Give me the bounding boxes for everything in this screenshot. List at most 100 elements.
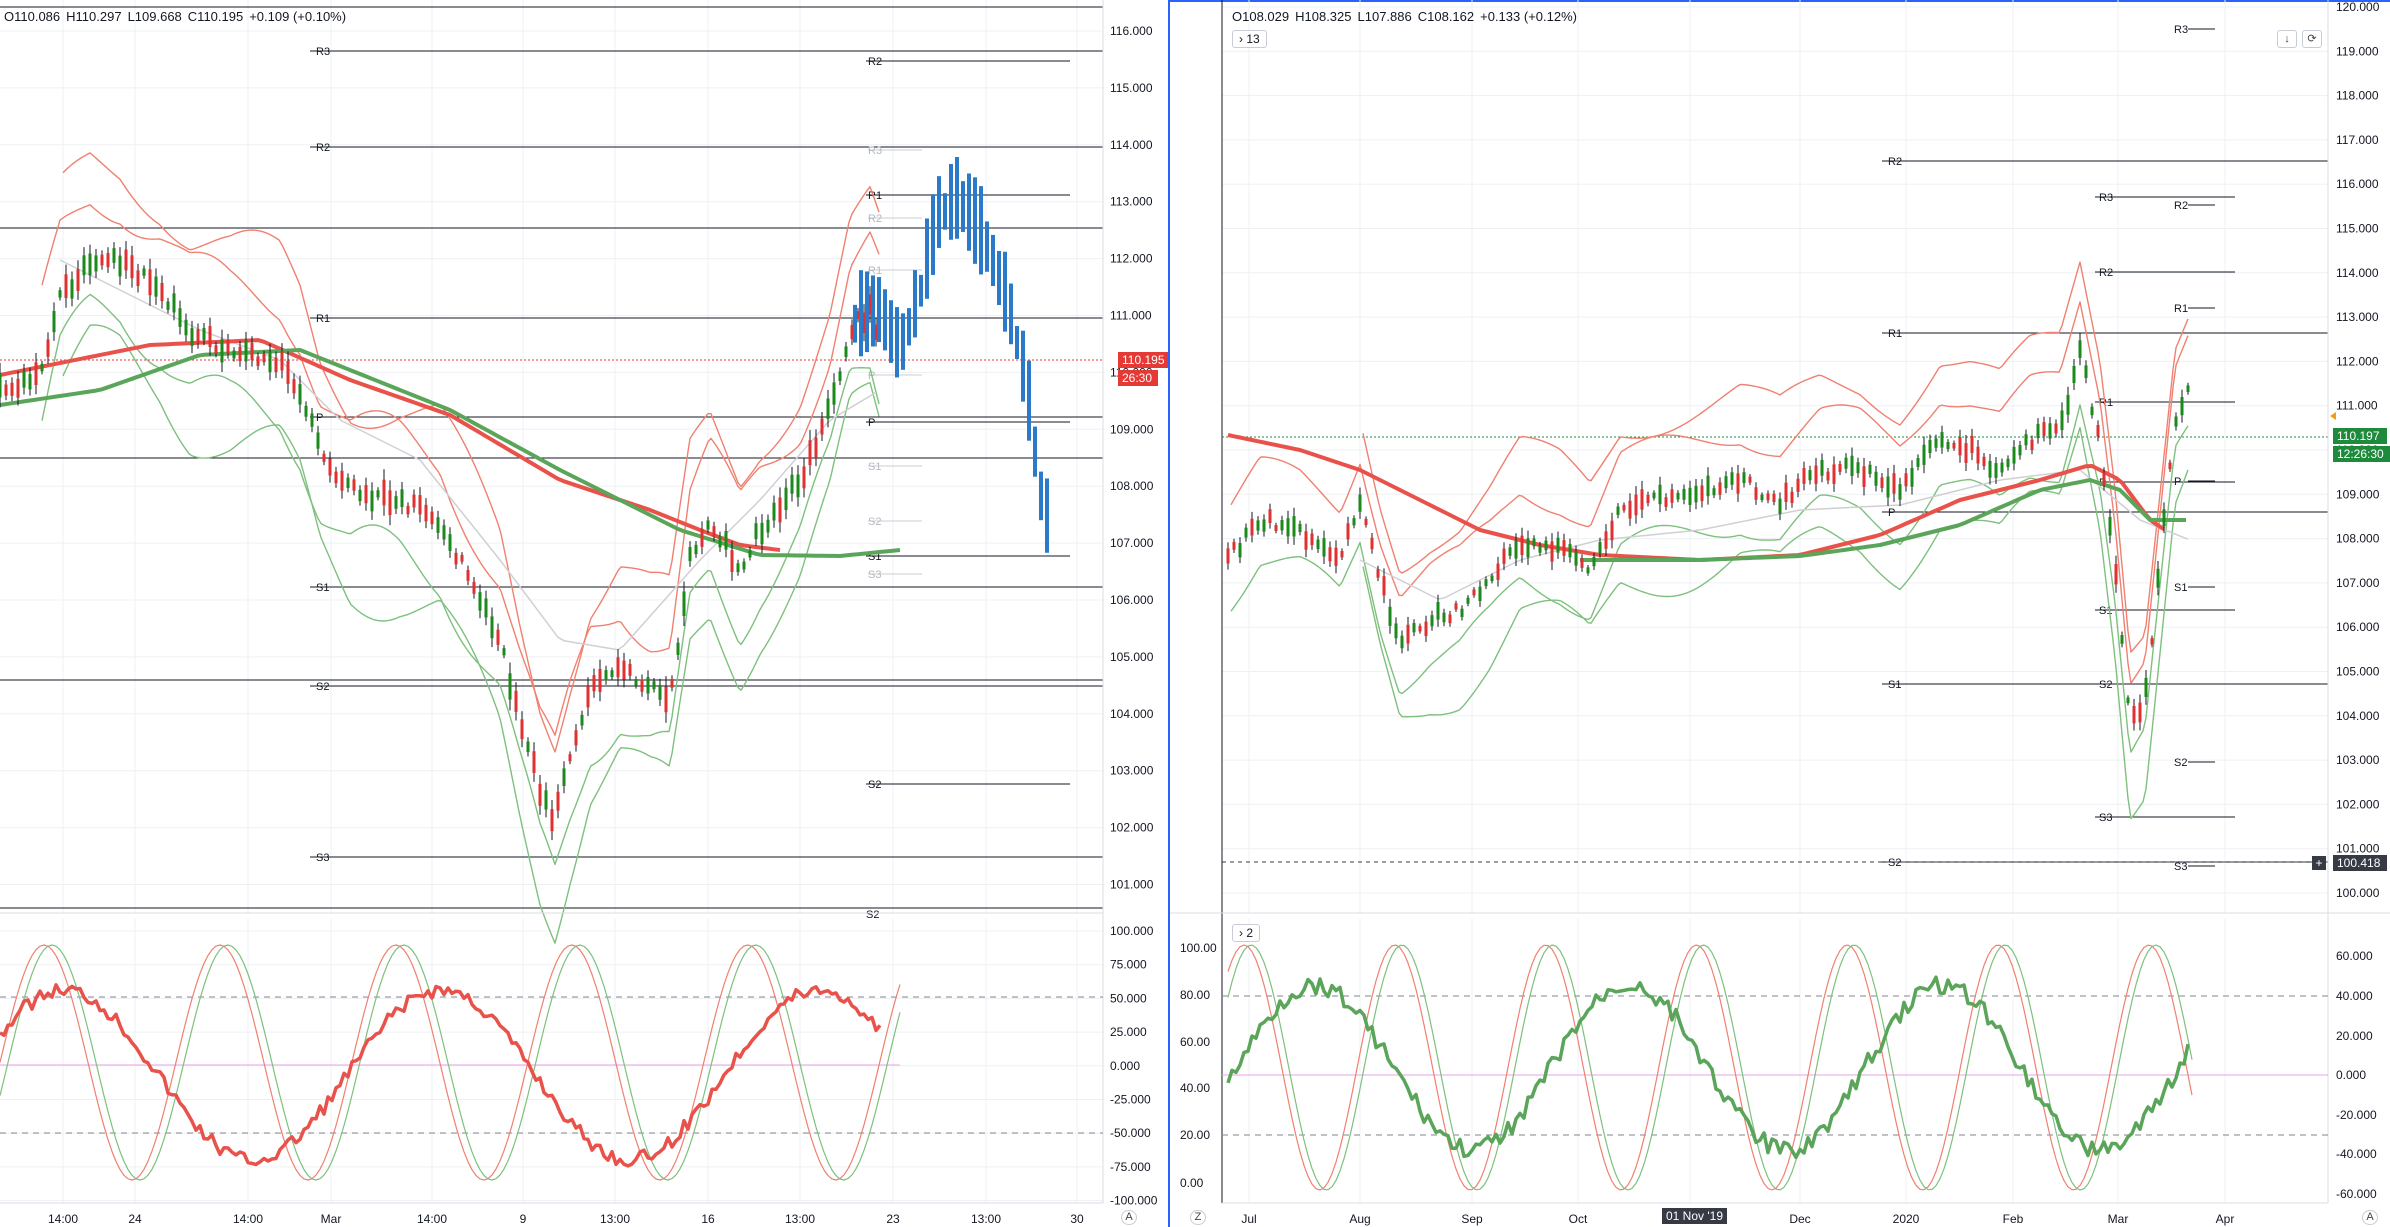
chevron-right-icon: › [1239, 32, 1243, 46]
right-candle-body [2180, 397, 2184, 416]
right-candle-body [1910, 467, 1914, 487]
projection-bar [1039, 471, 1043, 521]
right-candle-body [1328, 547, 1332, 562]
candle-body [574, 730, 578, 746]
candle-body [142, 268, 146, 276]
right-candle-body [1394, 623, 1398, 639]
refresh-icon[interactable]: ⟳ [2302, 30, 2322, 48]
right-candle-body [1976, 446, 1980, 464]
left-open: O110.086 [4, 9, 61, 24]
crosshair-time-tag: 01 Nov '19 [1662, 1208, 1727, 1224]
left-price-tick: 114.000 [1110, 138, 1153, 152]
candle-body [250, 343, 254, 360]
left-time-tick: 13:00 [971, 1212, 1001, 1226]
weekly-pivot-label: R1 [2174, 303, 2188, 315]
right-candle-body [1928, 439, 1932, 454]
right-time-tick: Oct [1569, 1212, 1588, 1226]
right-candle-body [1454, 603, 1458, 610]
right-time-tick: Apr [2216, 1212, 2235, 1226]
left-price-tick: 109.000 [1110, 422, 1154, 436]
candle-body [358, 489, 362, 502]
yearly-pivot-label: P [1888, 507, 1895, 519]
candle-body [406, 505, 410, 515]
right-candle-body [2138, 702, 2142, 723]
right-auto-scale-button[interactable]: A [2362, 1210, 2378, 1225]
right-candle-body [1310, 533, 1314, 546]
projection-bar [1027, 360, 1031, 441]
candle-body [136, 270, 140, 287]
ghost-pivot-label: S1 [868, 461, 881, 473]
right-candle-body [1808, 469, 1812, 481]
plus-icon[interactable]: + [2312, 856, 2326, 870]
right-candle-body [1760, 494, 1764, 501]
right-candle-body [1520, 535, 1524, 555]
candle-body [550, 809, 554, 832]
right-candle-body [1844, 457, 1848, 469]
ghost-pivot-label: R1 [868, 265, 882, 277]
left-time-tick: 13:00 [600, 1212, 630, 1226]
left-countdown-tag: 26:30 [1118, 370, 1158, 386]
yearly-pivot-label: R2 [1888, 156, 1902, 168]
candle-body [166, 301, 170, 310]
left-price-tick: 103.000 [1110, 764, 1154, 778]
projection-bar [895, 307, 899, 378]
candle-body [256, 356, 260, 367]
projection-bar [997, 250, 1001, 306]
right-time-tick: Dec [1789, 1212, 1810, 1226]
candle-body [634, 679, 638, 686]
right-candle-body [1742, 472, 1746, 484]
candle-body [196, 329, 200, 344]
projection-bar [937, 176, 941, 248]
right-candle-body [2084, 365, 2088, 379]
right-candle-body [1448, 614, 1452, 624]
candle-body [346, 477, 350, 489]
scroll-down-icon[interactable]: ↓ [2277, 30, 2297, 48]
candle-body [0, 372, 2, 398]
monthly-pivot-label: R3 [2099, 192, 2113, 204]
left-price-tick: 113.000 [1110, 195, 1153, 209]
candle-body [394, 496, 398, 509]
left-time-tick: 24 [128, 1212, 142, 1226]
weekly-pivot-label: S2 [2174, 757, 2187, 769]
right-osc-left-tick: 40.00 [1180, 1081, 1210, 1095]
monthly-pivot-label: S2 [2099, 679, 2112, 691]
candle-body [388, 490, 392, 516]
chart-workspace[interactable]: R3 R2 R1 P S1 S2 S3 R2 R1 P S1 S2 R3 R2 R1 P S1 S2 S3 S2 116… [0, 0, 2390, 1227]
candle-body [178, 308, 182, 327]
right-candle-body [1820, 459, 1824, 476]
candle-body [700, 528, 704, 547]
right-candle-body [1514, 540, 1518, 559]
right-candle-body [1904, 473, 1908, 487]
auto-scale-button[interactable]: A [1121, 1210, 1137, 1225]
right-candle-body [1556, 537, 1560, 553]
right-price-tick: 116.000 [2336, 177, 2379, 191]
oscillator-toggle-button[interactable]: › 2 [1232, 924, 1261, 942]
right-candle-body [1412, 623, 1416, 633]
projection-bar [913, 270, 917, 338]
right-candle-body [1748, 476, 1752, 483]
right-change: +0.133 (+0.12%) [1480, 9, 1577, 24]
right-price-tick: 118.000 [2336, 89, 2379, 103]
candle-body [280, 351, 284, 371]
left-time-tick: 23 [886, 1212, 900, 1226]
zoom-button[interactable]: Z [1190, 1210, 1206, 1225]
candle-body [538, 783, 542, 806]
candle-body [586, 686, 590, 708]
candle-body [706, 520, 710, 530]
right-candle-body [1562, 540, 1566, 556]
ghost-pivot-label: R3 [868, 145, 882, 157]
right-price-tick: 113.000 [2336, 310, 2379, 324]
left-close: C110.195 [187, 9, 244, 24]
ghost-pivot-label: R2 [868, 213, 882, 225]
right-candle-body [1478, 586, 1482, 602]
indicators-toggle-button[interactable]: › 13 [1232, 30, 1267, 48]
candle-body [844, 346, 848, 358]
candle-body [478, 592, 482, 611]
projection-bar [1021, 330, 1025, 402]
candle-body [562, 768, 566, 786]
right-candle-body [1856, 462, 1860, 474]
right-osc-left-tick: 0.00 [1180, 1176, 1204, 1190]
projection-bar [859, 270, 863, 357]
right-candle-body [2186, 385, 2190, 393]
right-candle-body [1616, 506, 1620, 515]
